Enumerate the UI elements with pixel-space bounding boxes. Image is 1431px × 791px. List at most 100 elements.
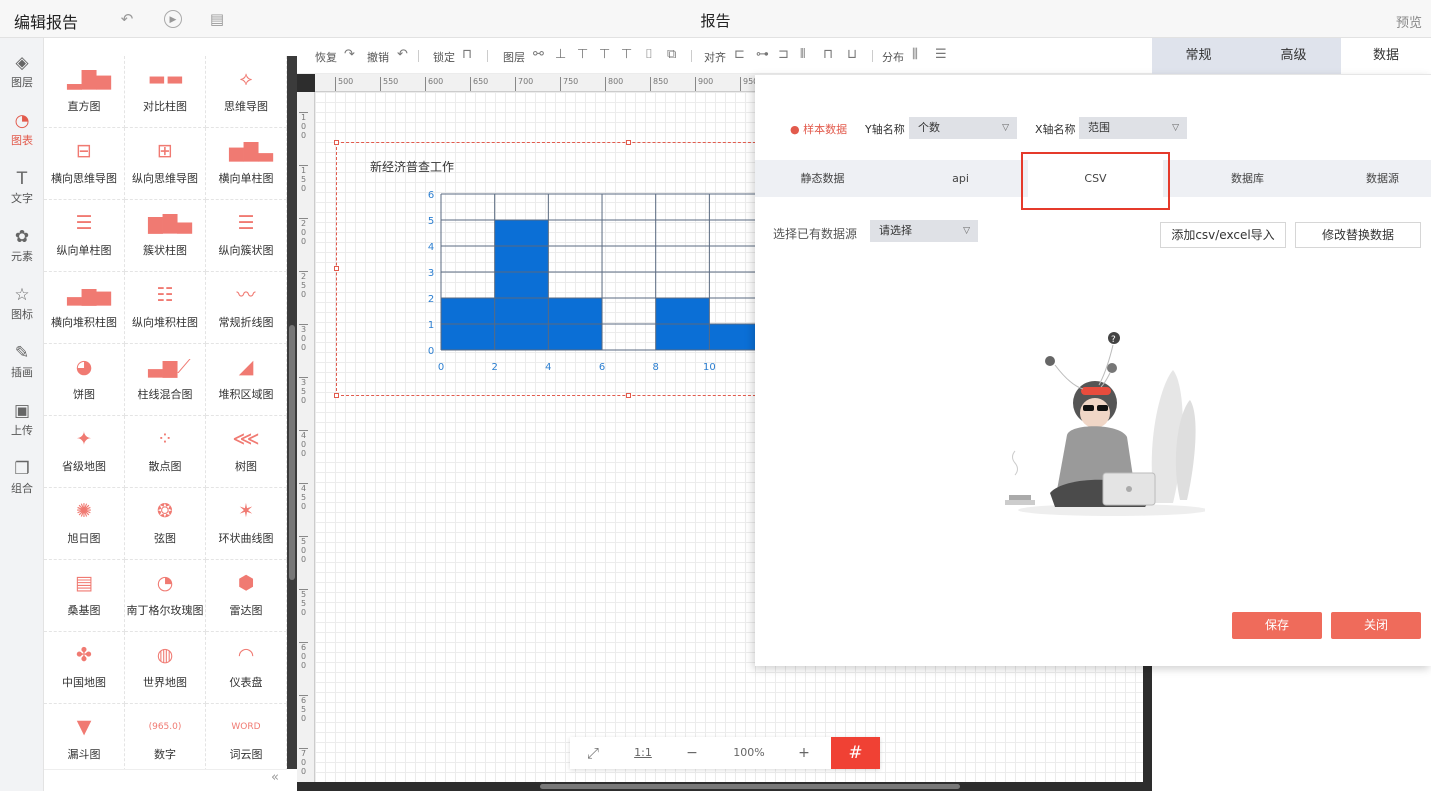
tab-api[interactable]: api [893,160,1028,197]
tab-datasource[interactable]: 数据源 [1315,160,1431,197]
palette-item[interactable]: ❂ 弦图 [125,488,206,560]
palette-item[interactable]: ◔ 南丁格尔玫瑰图 [125,560,206,632]
zoom-in-button[interactable]: + [788,737,820,769]
palette-item[interactable]: ◠ 仪表盘 [206,632,287,704]
undo-icon[interactable]: ↶ [397,47,408,62]
palette-item[interactable]: ▤ 桑基图 [44,560,125,632]
distribute-button[interactable]: 分布 [882,49,904,65]
sidebar-item-star[interactable]: ☆ 图标 [0,270,44,328]
palette-item[interactable]: ▃▆▅ 横向堆积柱图 [44,272,125,344]
resize-handle[interactable] [334,393,339,398]
sidebar-item-palette[interactable]: ✎ 插画 [0,328,44,386]
palette-item[interactable]: ▃▆⟋ 柱线混合图 [125,344,206,416]
modify-data-button[interactable]: 修改替换数据 [1295,222,1421,248]
sidebar-item-text[interactable]: T 文字 [0,154,44,212]
resize-handle[interactable] [626,140,631,145]
resize-handle[interactable] [334,266,339,271]
chart-type-icon: ▼ [76,716,92,738]
copy-icon[interactable]: ⧉ [667,47,676,62]
send-back-icon[interactable]: ⊤ [599,47,610,62]
palette-item-label: 环状曲线图 [218,532,274,545]
grid-toggle-icon[interactable]: # [831,737,880,769]
send-bottom-icon[interactable]: ⊤ [621,47,632,62]
sidebar-item-elements[interactable]: ✿ 元素 [0,212,44,270]
sidebar-item-chart[interactable]: ◔ 图表 [0,96,44,154]
sidebar-item-image-upload[interactable]: ▣ 上传 [0,386,44,444]
tab-database[interactable]: 数据库 [1180,160,1315,197]
palette-item[interactable]: ⁘ 散点图 [125,416,206,488]
palette-item[interactable]: ⟡ 思维导图 [206,56,287,128]
ruler-tick-label: 100 [299,112,308,140]
x-axis-tick-label: 0 [438,362,444,373]
play-icon[interactable]: ▶ [164,10,182,28]
palette-item[interactable]: ▼ 漏斗图 [44,704,125,776]
chart-type-icon: ☷ [156,284,174,306]
bring-forward-icon[interactable]: ⊥ [555,47,566,62]
align-center-icon[interactable]: ⊶ [756,47,769,62]
sidebar-item-group[interactable]: ❐ 组合 [0,444,44,502]
align-left-icon[interactable]: ⊏ [734,47,745,62]
palette-item[interactable]: ✺ 旭日图 [44,488,125,560]
resize-handle[interactable] [334,140,339,145]
ruler-tick-label: 450 [299,483,308,511]
palette-item[interactable]: ☷ 纵向堆积柱图 [125,272,206,344]
tab-data[interactable]: 数据 [1341,38,1431,74]
collapse-panel-button[interactable]: « [44,769,287,791]
layer-group-icon[interactable]: ⚯ [533,47,544,62]
align-middle-icon[interactable]: ⫴ [800,47,805,62]
add-csv-excel-button[interactable]: 添加csv/excel导入 [1160,222,1286,248]
align-button[interactable]: 对齐 [704,49,726,65]
palette-item[interactable]: ◕ 饼图 [44,344,125,416]
sidebar-item-layers[interactable]: ◈ 图层 [0,38,44,96]
resize-handle[interactable] [626,393,631,398]
palette-item[interactable]: ⊟ 横向思维导图 [44,128,125,200]
undo-button[interactable]: 撤销 [367,49,389,65]
palette-item[interactable]: ▂▇▅ 直方图 [44,56,125,128]
actual-size-button[interactable]: 1:1 [625,737,661,769]
close-button[interactable]: 关闭 [1331,612,1421,639]
canvas-scrollbar-thumb[interactable] [540,784,960,789]
palette-item[interactable]: WORD 词云图 [206,704,287,776]
x-axis-name-select[interactable]: 范围 ▽ [1079,117,1187,139]
palette-item[interactable]: ☰ 纵向单柱图 [44,200,125,272]
palette-item[interactable]: ◍ 世界地图 [125,632,206,704]
zoom-out-button[interactable]: − [676,737,708,769]
align-top-icon[interactable]: ⊓ [823,47,833,62]
palette-item[interactable]: ▆▇▄ 簇状柱图 [125,200,206,272]
redo-button[interactable]: 恢复 [315,49,337,65]
y-axis-name-select[interactable]: 个数 ▽ [909,117,1017,139]
fit-screen-icon[interactable]: ⤢ [570,737,616,769]
distribute-horizontal-icon[interactable]: ⫼ [912,47,918,62]
palette-item[interactable]: ▅▇▃ 横向单柱图 [206,128,287,200]
palette-item[interactable]: ⊞ 纵向思维导图 [125,128,206,200]
align-right-icon[interactable]: ⊐ [778,47,789,62]
align-bottom-icon[interactable]: ⊔ [847,47,857,62]
palette-item[interactable]: ◢ 堆积区域图 [206,344,287,416]
redo-icon[interactable]: ↷ [344,47,355,62]
preview-button[interactable]: 预览 [1396,12,1422,31]
tab-static-data[interactable]: 静态数据 [755,160,890,197]
palette-item[interactable]: ✤ 中国地图 [44,632,125,704]
layer-button[interactable]: 图层 [503,49,525,65]
palette-scrollbar-thumb[interactable] [289,325,295,580]
palette-item[interactable]: ✶ 环状曲线图 [206,488,287,560]
tab-general[interactable]: 常规 [1152,38,1245,74]
lock-icon[interactable]: ⊓ [462,47,472,62]
bring-top-icon[interactable]: ⊤ [577,47,588,62]
palette-item[interactable]: 〰常规折线图 [206,272,287,344]
palette-item[interactable]: ⬢ 雷达图 [206,560,287,632]
existing-source-select[interactable]: 请选择 ▽ [870,220,978,242]
lock-button[interactable]: 锁定 [433,49,455,65]
palette-item[interactable]: ☰ 纵向簇状图 [206,200,287,272]
undo-icon[interactable]: ↶ [118,10,136,28]
palette-item[interactable]: ▬▬ 对比柱图 [125,56,206,128]
distribute-vertical-icon[interactable]: ☰ [935,47,947,62]
save-icon[interactable]: ▤ [208,10,226,28]
delete-icon[interactable]: ⌷ [645,47,653,62]
tab-advanced[interactable]: 高级 [1247,38,1340,74]
save-button[interactable]: 保存 [1232,612,1322,639]
palette-item[interactable]: ⋘ 树图 [206,416,287,488]
sample-data-link[interactable]: ● 样本数据 [790,121,847,137]
palette-item[interactable]: (965.0) 数字 [125,704,206,776]
palette-item[interactable]: ✦ 省级地图 [44,416,125,488]
